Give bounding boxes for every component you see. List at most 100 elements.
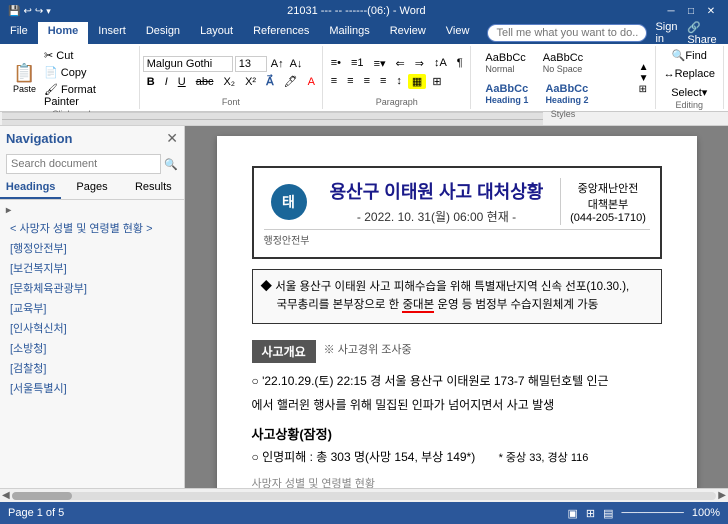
justify-button[interactable]: ≡ <box>376 74 390 89</box>
increase-indent-button[interactable]: ⇒ <box>411 56 428 71</box>
save-icon[interactable]: 💾 <box>8 6 20 17</box>
sign-in-button[interactable]: Sign in <box>655 21 679 45</box>
share-button[interactable]: 🔗 Share <box>687 21 720 46</box>
bullets-button[interactable]: ≡• <box>327 56 345 71</box>
view-icon-1[interactable]: ▣ <box>567 507 577 520</box>
nav-item-5[interactable]: [인사혁신처] <box>0 318 184 338</box>
font-color-button[interactable]: A <box>304 75 319 89</box>
paragraph-group-label: Paragraph <box>376 97 418 107</box>
copy-button[interactable]: 📄 Copy <box>41 65 133 80</box>
bold-button[interactable]: B <box>143 75 159 89</box>
logo-circle: 태 <box>271 184 307 220</box>
nav-items-list: ▸ < 사망자 성별 및 연령별 현황 > [행정안전부] [보건복지부] [문… <box>0 200 184 488</box>
style-heading1[interactable]: AaBbCc Heading 1 <box>478 80 535 108</box>
doc-title-right: 중앙재난안전 대책본부 (044-205-1710) <box>560 178 650 225</box>
nav-tab-pages[interactable]: Pages <box>61 177 122 199</box>
style-normal[interactable]: AaBbCc Normal <box>478 49 532 77</box>
paste-button[interactable]: 📋 Paste <box>10 61 39 96</box>
doc-footer-preview: 사망자 성별 및 연령별 현황 <box>252 475 662 488</box>
font-size-input[interactable] <box>235 56 267 72</box>
editing-group: 🔍 Find ↔ Replace Select▾ Editing <box>656 46 724 109</box>
format-painter-button[interactable]: 🖌 Format Painter <box>41 82 133 109</box>
superscript-button[interactable]: X² <box>241 75 260 89</box>
view-icon-2[interactable]: ⊞ <box>586 507 595 520</box>
logo-inner: 태 <box>282 192 295 212</box>
sort-button[interactable]: ↕A <box>430 56 451 71</box>
tab-design[interactable]: Design <box>136 22 190 44</box>
nav-item-3[interactable]: [문화체육관광부] <box>0 278 184 298</box>
nav-tab-results[interactable]: Results <box>123 177 184 199</box>
align-left-button[interactable]: ≡ <box>327 74 341 89</box>
section1-header: 사고개요 ※ 사고경위 조사중 <box>252 332 662 367</box>
clipboard-group: 📋 Paste ✂ Cut 📄 Copy 🖌 Format Painter Cl… <box>4 46 140 109</box>
text-effects-button[interactable]: A⃗ <box>262 74 278 89</box>
nav-item-7[interactable]: [검찰청] <box>0 358 184 378</box>
undo-icon[interactable]: ↩ <box>23 6 31 17</box>
maximize-button[interactable]: □ <box>682 4 700 18</box>
body-text-3: ○ 인명피해 : 총 303 명(사망 154, 부상 149*) * 중상 3… <box>252 447 662 468</box>
subscript-button[interactable]: X₂ <box>219 75 239 89</box>
zoom-level[interactable]: 100% <box>692 507 720 519</box>
horizontal-scrollbar[interactable]: ◀ ▶ <box>0 488 728 502</box>
strikethrough-button[interactable]: abc <box>192 75 218 89</box>
underline-button[interactable]: U <box>174 75 190 89</box>
styles-expand[interactable]: ⊞ <box>639 84 649 95</box>
tab-review[interactable]: Review <box>380 22 436 44</box>
nav-search-icon[interactable]: 🔍 <box>164 158 178 171</box>
nav-item-4[interactable]: [교육부] <box>0 298 184 318</box>
nav-item-2[interactable]: [보건복지부] <box>0 258 184 278</box>
find-button[interactable]: 🔍 Find <box>669 48 710 63</box>
view-icon-3[interactable]: ▤ <box>603 507 613 520</box>
align-center-button[interactable]: ≡ <box>343 74 357 89</box>
doc-agency: 행정안전부 <box>264 229 650 247</box>
editing-group-label: Editing <box>676 100 704 110</box>
doc-title-row: 태 용산구 이태원 사고 대처상황 - 2022. 10. 31(월) 06:0… <box>264 178 650 225</box>
font-controls: A↑ A↓ B I U abc X₂ X² A⃗ 🖊 A <box>143 56 319 89</box>
ministry-right-1: 중앙재난안전 <box>567 180 650 196</box>
styles-scroll-down[interactable]: ▼ <box>639 73 649 84</box>
line-spacing-button[interactable]: ↕ <box>392 74 406 89</box>
decrease-indent-button[interactable]: ⇐ <box>392 56 409 71</box>
shading-button[interactable]: ▦ <box>408 74 426 89</box>
style-no-space[interactable]: AaBbCc No Space <box>536 49 590 77</box>
font-name-input[interactable] <box>143 56 233 72</box>
close-button[interactable]: ✕ <box>702 4 720 18</box>
font-grow-button[interactable]: A↑ <box>269 57 286 71</box>
nav-item-1[interactable]: [행정안전부] <box>0 238 184 258</box>
zoom-slider[interactable]: ──────── <box>622 507 684 519</box>
tab-references[interactable]: References <box>243 22 319 44</box>
tab-insert[interactable]: Insert <box>88 22 136 44</box>
nav-tab-headings[interactable]: Headings <box>0 177 61 199</box>
italic-button[interactable]: I <box>161 75 172 89</box>
tab-layout[interactable]: Layout <box>190 22 243 44</box>
text-highlight-button[interactable]: 🖊 <box>280 74 302 89</box>
style-heading2[interactable]: AaBbCc Heading 2 <box>538 80 595 108</box>
nav-tabs: Headings Pages Results <box>0 177 184 200</box>
align-right-button[interactable]: ≡ <box>360 74 374 89</box>
tab-view[interactable]: View <box>436 22 480 44</box>
numbering-button[interactable]: ≡1 <box>347 56 368 71</box>
nav-item-8[interactable]: [서울특별시] <box>0 378 184 398</box>
multilevel-list-button[interactable]: ≡▾ <box>370 56 390 71</box>
scroll-left-arrow[interactable]: ◀ <box>2 490 10 501</box>
title-bar: 💾 ↩ ↪ ▾ 21031 --- -- ------(06:) - Word … <box>0 0 728 22</box>
tab-mailings[interactable]: Mailings <box>319 22 379 44</box>
replace-button[interactable]: ↔ Replace <box>661 67 718 81</box>
scroll-right-arrow[interactable]: ▶ <box>718 490 726 501</box>
redo-icon[interactable]: ↪ <box>35 6 43 17</box>
styles-scroll-up[interactable]: ▲ <box>639 62 649 73</box>
select-button[interactable]: Select▾ <box>668 85 710 100</box>
minimize-button[interactable]: ─ <box>662 4 680 18</box>
nav-search-input[interactable] <box>6 154 161 174</box>
tab-home[interactable]: Home <box>38 22 89 44</box>
tab-file[interactable]: File <box>0 22 38 44</box>
nav-item-0[interactable]: < 사망자 성별 및 연령별 현황 > <box>0 218 184 238</box>
nav-item-6[interactable]: [소방청] <box>0 338 184 358</box>
font-shrink-button[interactable]: A↓ <box>288 57 305 71</box>
styles-group-content: AaBbCc Normal AaBbCc No Space AaBbCc Hea… <box>477 48 648 109</box>
show-formatting-button[interactable]: ¶ <box>453 56 467 71</box>
nav-close-button[interactable]: ✕ <box>166 130 178 147</box>
tell-me-input[interactable] <box>487 24 647 42</box>
cut-button[interactable]: ✂ Cut <box>41 48 133 63</box>
border-button[interactable]: ⊞ <box>428 74 445 89</box>
